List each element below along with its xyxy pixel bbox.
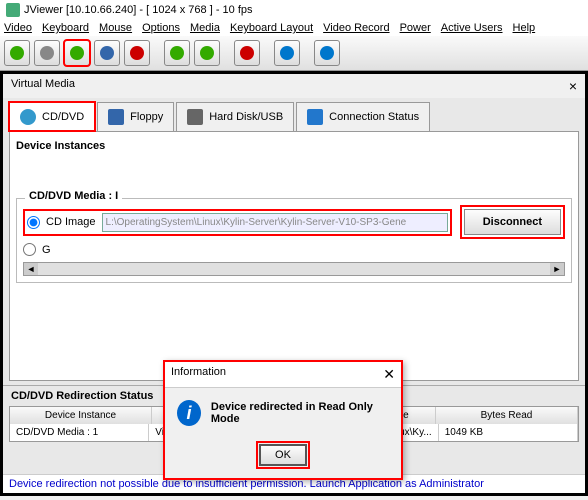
cd-image-radio[interactable] bbox=[27, 216, 40, 229]
menu-keyboard[interactable]: Keyboard bbox=[42, 22, 89, 34]
menu-video-record[interactable]: Video Record bbox=[323, 22, 389, 34]
main-frame: Virtual Media × CD/DVD Floppy Hard Disk/… bbox=[0, 71, 588, 496]
cd-image-label: CD Image bbox=[46, 216, 96, 228]
tab-cddvd[interactable]: CD/DVD bbox=[9, 102, 95, 131]
toolbar-stop-button[interactable] bbox=[124, 40, 150, 66]
tab-cddvd-label: CD/DVD bbox=[42, 111, 84, 123]
col-device-instance: Device Instance bbox=[10, 407, 152, 424]
media-group: CD/DVD Media : I CD Image Disconnect G ◄… bbox=[16, 198, 572, 283]
drive-g-label: G bbox=[42, 244, 51, 256]
menu-options[interactable]: Options bbox=[142, 22, 180, 34]
hdd-icon bbox=[187, 109, 203, 125]
cell-device-instance: CD/DVD Media : 1 bbox=[10, 424, 149, 441]
dialog-titlebar: Information ✕ bbox=[165, 362, 401, 388]
scroll-left-icon[interactable]: ◄ bbox=[24, 263, 38, 275]
tab-connection-status[interactable]: Connection Status bbox=[296, 102, 430, 131]
cd-image-row: CD Image bbox=[23, 209, 452, 236]
dialog-title: Information bbox=[171, 366, 226, 383]
close-icon[interactable]: × bbox=[569, 78, 577, 94]
menu-video[interactable]: Video bbox=[4, 22, 32, 34]
cell-bytes-read: 1049 KB bbox=[439, 424, 578, 441]
virtual-media-titlebar: Virtual Media × bbox=[3, 74, 585, 98]
menu-active-users[interactable]: Active Users bbox=[441, 22, 503, 34]
info-icon: i bbox=[177, 400, 201, 426]
tab-bar: CD/DVD Floppy Hard Disk/USB Connection S… bbox=[3, 98, 585, 131]
chart-icon bbox=[307, 109, 323, 125]
device-instances-label: Device Instances bbox=[16, 138, 572, 158]
window-titlebar: JViewer [10.10.66.240] - [ 1024 x 768 ] … bbox=[0, 0, 588, 20]
cd-image-path-input[interactable] bbox=[102, 213, 448, 232]
window-title: JViewer [10.10.66.240] - [ 1024 x 768 ] … bbox=[24, 4, 253, 16]
dialog-buttons: OK bbox=[165, 438, 401, 478]
disconnect-button[interactable]: Disconnect bbox=[464, 209, 561, 235]
tab-hdd-label: Hard Disk/USB bbox=[209, 111, 283, 123]
media-legend: CD/DVD Media : I bbox=[25, 190, 122, 202]
disconnect-wrap: Disconnect bbox=[460, 205, 565, 239]
toolbar-play-button[interactable] bbox=[4, 40, 30, 66]
toolbar-floppy-button[interactable] bbox=[94, 40, 120, 66]
drive-g-row: G bbox=[23, 243, 565, 256]
menu-media[interactable]: Media bbox=[190, 22, 220, 34]
menu-power[interactable]: Power bbox=[400, 22, 431, 34]
scroll-right-icon[interactable]: ► bbox=[550, 263, 564, 275]
toolbar-fullscreen-button[interactable] bbox=[34, 40, 60, 66]
col-bytes-read: Bytes Read bbox=[436, 407, 578, 424]
tab-floppy-label: Floppy bbox=[130, 111, 163, 123]
ok-button[interactable]: OK bbox=[259, 444, 307, 466]
app-icon bbox=[6, 3, 20, 17]
menu-mouse[interactable]: Mouse bbox=[99, 22, 132, 34]
toolbar-mouse-button[interactable] bbox=[164, 40, 190, 66]
toolbar-zoom-button[interactable] bbox=[314, 40, 340, 66]
tab-conn-label: Connection Status bbox=[329, 111, 419, 123]
toolbar-cdrom-button[interactable] bbox=[64, 40, 90, 66]
toolbar-users-button[interactable] bbox=[274, 40, 300, 66]
menu-keyboard-layout[interactable]: Keyboard Layout bbox=[230, 22, 313, 34]
toolbar-record-button[interactable] bbox=[234, 40, 260, 66]
drive-g-radio[interactable] bbox=[23, 243, 36, 256]
information-dialog: Information ✕ i Device redirected in Rea… bbox=[163, 360, 403, 480]
tab-hdd[interactable]: Hard Disk/USB bbox=[176, 102, 294, 131]
tab-content: Device Instances CD/DVD Media : I CD Ima… bbox=[9, 131, 579, 381]
toolbar bbox=[0, 36, 588, 71]
menu-help[interactable]: Help bbox=[513, 22, 536, 34]
virtual-media-title: Virtual Media bbox=[11, 78, 75, 94]
dialog-body: i Device redirected in Read Only Mode bbox=[165, 388, 401, 438]
horizontal-scrollbar[interactable]: ◄ ► bbox=[23, 262, 565, 276]
toolbar-keyboard-button[interactable] bbox=[194, 40, 220, 66]
floppy-icon bbox=[108, 109, 124, 125]
dialog-message: Device redirected in Read Only Mode bbox=[211, 401, 389, 425]
tab-floppy[interactable]: Floppy bbox=[97, 102, 174, 131]
disc-icon bbox=[20, 109, 36, 125]
menubar: Video Keyboard Mouse Options Media Keybo… bbox=[0, 20, 588, 36]
dialog-close-icon[interactable]: ✕ bbox=[383, 366, 395, 383]
